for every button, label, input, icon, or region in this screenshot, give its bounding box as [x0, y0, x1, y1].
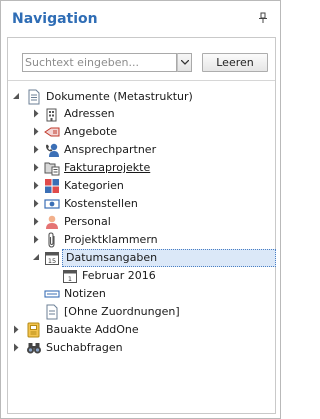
binoculars-icon — [27, 343, 41, 354]
tree-item-bauakte-addone[interactable]: Bauakte AddOne — [8, 321, 275, 339]
collapsed-arrow-icon[interactable] — [32, 217, 41, 226]
navigation-panel: Navigation Leeren Dokumente (Metastrukt — [0, 0, 281, 419]
collapsed-arrow-icon[interactable] — [12, 325, 21, 334]
tree-item-ansprechpartner[interactable]: Ansprechpartner — [8, 141, 275, 159]
expanded-arrow-icon[interactable] — [32, 253, 41, 262]
tree-item-ohne-zuordnungen[interactable]: [Ohne Zuordnungen] — [8, 303, 275, 321]
tree-item-angebote[interactable]: Angebote — [8, 123, 275, 141]
construction-file-icon — [27, 322, 40, 338]
search-input[interactable] — [25, 55, 173, 70]
tree-item-notizen[interactable]: Notizen — [8, 285, 275, 303]
document-icon — [46, 304, 58, 320]
pin-icon[interactable] — [258, 12, 268, 24]
tree-item-label: Kostenstellen — [64, 197, 138, 210]
cost-centers-icon — [44, 199, 60, 209]
collapsed-arrow-icon[interactable] — [32, 199, 41, 208]
collapsed-arrow-icon[interactable] — [32, 181, 41, 190]
tree-item-label: [Ohne Zuordnungen] — [64, 305, 180, 318]
tree-item-personal[interactable]: Personal — [8, 213, 275, 231]
tree-item-februar-2016[interactable]: 1 Februar 2016 — [8, 267, 275, 285]
tree-item-label: Adressen — [64, 107, 115, 120]
tree-item-projektklammern[interactable]: Projektklammern — [8, 231, 275, 249]
offers-icon — [44, 127, 60, 137]
calendar-icon: 1 — [63, 270, 77, 283]
search-combobox[interactable] — [22, 53, 177, 72]
notes-icon — [44, 290, 60, 298]
collapsed-arrow-icon[interactable] — [32, 127, 41, 136]
collapsed-arrow-icon[interactable] — [32, 235, 41, 244]
panel-title: Navigation — [12, 11, 98, 27]
tree-item-kostenstellen[interactable]: Kostenstellen — [8, 195, 275, 213]
navigation-tree-container: Leeren Dokumente (Metastruktur) Adressen — [7, 37, 276, 414]
addresses-icon — [46, 108, 57, 122]
clear-button[interactable]: Leeren — [202, 53, 268, 72]
tree-item-dokumente[interactable]: Dokumente (Metastruktur) — [8, 88, 275, 106]
tree-item-label: Dokumente (Metastruktur) — [46, 90, 193, 103]
tree-item-kategorien[interactable]: Kategorien — [8, 177, 275, 195]
tree-item-suchabfragen[interactable]: Suchabfragen — [8, 339, 275, 357]
billing-projects-icon — [44, 162, 60, 176]
personnel-icon — [46, 215, 58, 229]
svg-text:1: 1 — [68, 275, 72, 283]
tree-item-label: Fakturaprojekte — [64, 161, 151, 174]
tree-item-label: Februar 2016 — [82, 269, 156, 282]
tree-item-label: Datumsangaben — [66, 251, 158, 264]
tree-item-label: Personal — [64, 215, 111, 228]
tree-item-fakturaprojekte[interactable]: Fakturaprojekte — [8, 159, 275, 177]
tree-item-label: Projektklammern — [64, 233, 158, 246]
categories-icon — [45, 179, 59, 193]
tree-item-label: Angebote — [64, 125, 118, 138]
collapsed-arrow-icon[interactable] — [32, 109, 41, 118]
tree-item-label: Bauakte AddOne — [46, 323, 139, 336]
expanded-arrow-icon[interactable] — [12, 92, 21, 101]
chevron-down-icon — [181, 60, 189, 65]
tree-item-label: Ansprechpartner — [64, 143, 157, 156]
contact-person-icon — [46, 143, 59, 157]
tree-item-datumsangaben[interactable]: 15 Datumsangaben — [8, 249, 276, 267]
documents-icon — [28, 89, 40, 105]
tree-item-label: Kategorien — [64, 179, 124, 192]
panel-header: Navigation — [1, 1, 280, 35]
paperclip-icon — [48, 232, 55, 248]
search-bar: Leeren — [8, 38, 275, 78]
tree-item-label: Suchabfragen — [46, 341, 123, 354]
collapsed-arrow-icon[interactable] — [32, 145, 41, 154]
calendar-icon: 15 — [45, 252, 59, 265]
collapsed-arrow-icon[interactable] — [12, 343, 21, 352]
divider — [8, 80, 275, 81]
svg-text:15: 15 — [48, 257, 56, 265]
tree-item-label: Notizen — [64, 287, 106, 300]
search-dropdown-button[interactable] — [177, 53, 192, 72]
collapsed-arrow-icon[interactable] — [32, 163, 41, 172]
tree-item-adressen[interactable]: Adressen — [8, 105, 275, 123]
